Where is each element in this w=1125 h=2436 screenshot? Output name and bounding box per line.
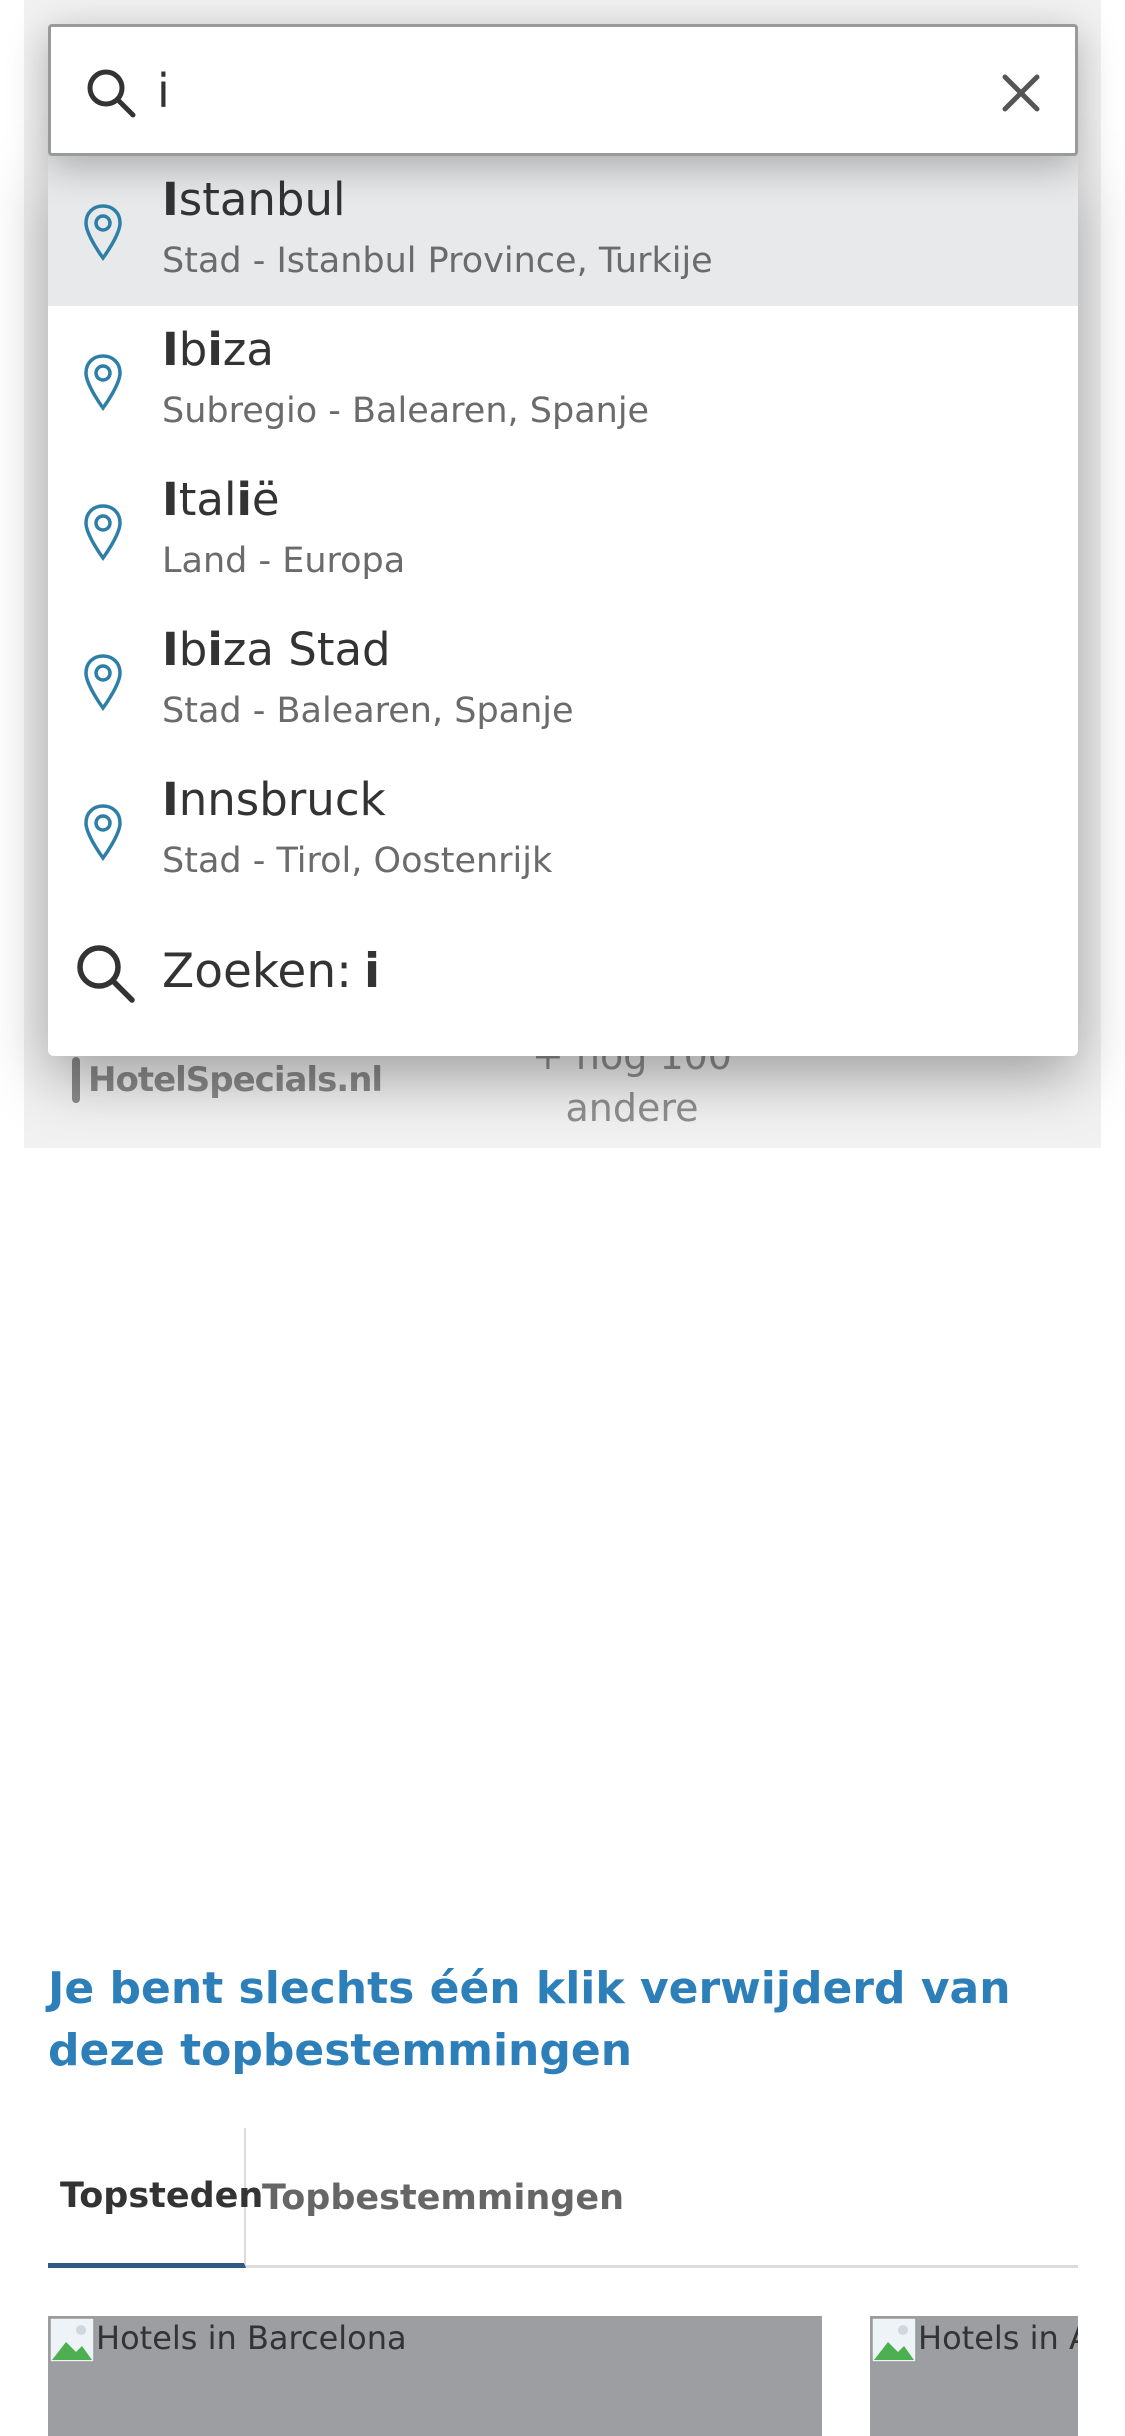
search-all-option[interactable]: Zoeken: i xyxy=(48,906,1078,1036)
map-pin-icon xyxy=(84,504,122,561)
destination-tabs: Topsteden Topbestemmingen xyxy=(48,2128,1078,2268)
suggestion-name: Ibiza xyxy=(162,323,274,376)
hotelspecials-logo: HotelSpecials.nl xyxy=(72,1052,383,1108)
suggestion-detail: Land - Europa xyxy=(162,541,406,581)
suggestion-name: Innsbruck xyxy=(162,773,386,826)
close-icon[interactable] xyxy=(991,63,1051,123)
map-pin-icon xyxy=(84,654,122,711)
map-pin-icon xyxy=(84,204,122,261)
more-partners-label: andere xyxy=(565,1086,699,1130)
tab-topsteden[interactable]: Topsteden xyxy=(48,2128,263,2268)
broken-image-icon xyxy=(871,2317,917,2363)
card-alt-text: Hotels in Barcelona xyxy=(96,2319,407,2357)
search-icon xyxy=(87,69,136,118)
destination-search-box[interactable] xyxy=(48,24,1078,156)
suggestion-item[interactable]: Ibiza Stad Stad - Balearen, Spanje xyxy=(48,606,1078,756)
suggestion-item[interactable]: Ibiza Subregio - Balearen, Spanje xyxy=(48,306,1078,456)
suggestion-name: Italië xyxy=(162,473,280,526)
top-destinations-heading: Je bent slechts één klik verwijderd van … xyxy=(48,1963,1011,2076)
card-alt-text: Hotels in A xyxy=(918,2319,1078,2357)
tab-topbestemmingen[interactable]: Topbestemmingen xyxy=(250,2128,624,2268)
suggestion-detail: Stad - Istanbul Province, Turkije xyxy=(162,241,713,281)
autocomplete-dropdown: Istanbul Stad - Istanbul Province, Turki… xyxy=(48,156,1078,1056)
destination-card-a[interactable]: Hotels in A xyxy=(870,2316,1078,2436)
search-icon xyxy=(77,945,135,1003)
hotelspecials-logo-text: HotelSpecials.nl xyxy=(88,1060,383,1100)
search-input[interactable] xyxy=(157,55,957,127)
suggestion-name: Ibiza Stad xyxy=(162,623,391,676)
hotelspecials-logo-icon xyxy=(72,1057,80,1103)
suggestion-detail: Subregio - Balearen, Spanje xyxy=(162,391,650,431)
destination-card-barcelona[interactable]: Hotels in Barcelona xyxy=(48,2316,822,2436)
map-pin-icon xyxy=(84,354,122,411)
suggestion-item[interactable]: Italië Land - Europa xyxy=(48,456,1078,606)
suggestion-item[interactable]: Innsbruck Stad - Tirol, Oostenrijk xyxy=(48,756,1078,906)
suggestion-item[interactable]: Istanbul Stad - Istanbul Province, Turki… xyxy=(48,156,1078,306)
map-pin-icon xyxy=(84,804,122,861)
suggestion-name: Istanbul xyxy=(162,173,346,226)
search-all-label: Zoeken: i xyxy=(162,944,381,999)
broken-image-icon xyxy=(49,2317,95,2363)
suggestion-detail: Stad - Tirol, Oostenrijk xyxy=(162,841,553,881)
suggestion-detail: Stad - Balearen, Spanje xyxy=(162,691,574,731)
